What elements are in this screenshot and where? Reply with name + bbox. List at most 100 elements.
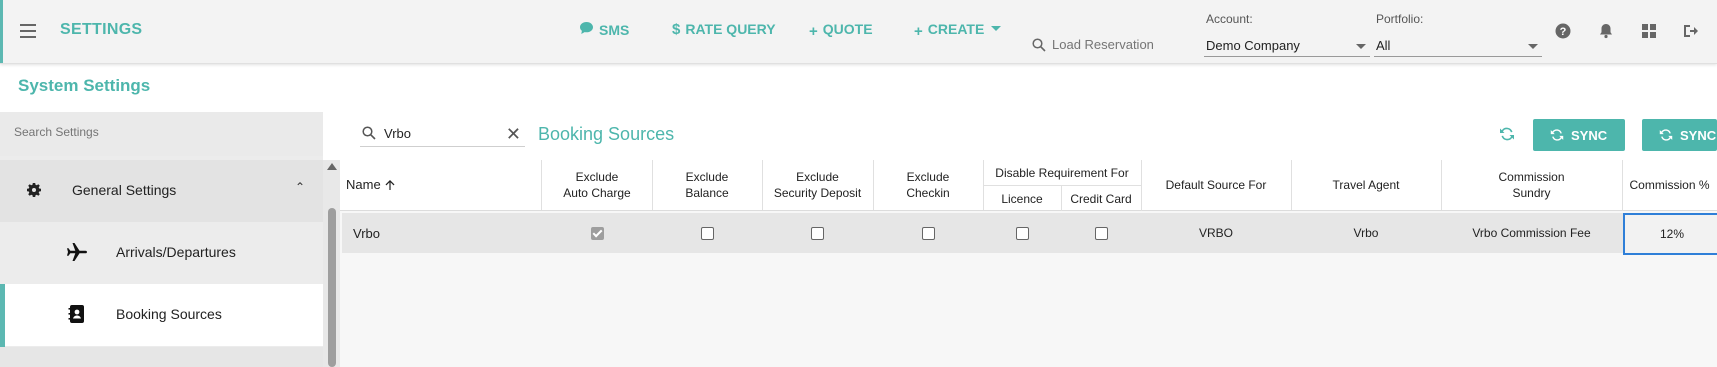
checkbox[interactable] <box>1015 226 1029 240</box>
cell-travel-agent[interactable]: Vrbo <box>1291 213 1441 253</box>
checkbox[interactable] <box>1094 226 1108 240</box>
gear-icon <box>24 180 44 200</box>
cell-credit-card[interactable] <box>1061 213 1141 253</box>
checkbox[interactable] <box>921 226 935 240</box>
sort-ascending-icon <box>385 180 395 190</box>
plus-icon: + <box>914 23 923 40</box>
search-icon <box>1032 38 1046 57</box>
sidebar-item-booking-sources[interactable]: Booking Sources <box>0 284 323 347</box>
account-select[interactable]: Demo Company <box>1204 36 1370 57</box>
scrollbar-thumb[interactable] <box>328 208 336 367</box>
sync-button[interactable]: SYNC <box>1533 119 1625 151</box>
column-header-label: Commission <box>1498 170 1565 184</box>
checkbox[interactable] <box>811 226 824 240</box>
airplane-icon <box>66 242 87 262</box>
booking-source-search-input[interactable] <box>382 125 496 142</box>
portfolio-value: All <box>1376 38 1391 53</box>
cell-exclude-balance[interactable] <box>652 213 762 253</box>
sidebar-item-label: General Settings <box>72 182 177 198</box>
topbar-accent-strip <box>0 0 3 63</box>
clear-icon[interactable]: ✕ <box>506 125 521 143</box>
logout-icon[interactable] <box>1681 22 1699 40</box>
dropdown-arrow-icon <box>1356 44 1366 49</box>
table-body: Vrbo VRBO Vrbo Vrbo Commission Fee 12% <box>340 211 1717 367</box>
column-header-licence[interactable]: Licence <box>983 185 1062 211</box>
search-icon <box>362 126 376 145</box>
cell-licence[interactable] <box>983 213 1061 253</box>
portfolio-select[interactable]: All <box>1374 36 1542 57</box>
sidebar-search-input[interactable] <box>12 124 316 140</box>
checkbox-checked[interactable] <box>590 226 604 240</box>
column-header-commission-sundry[interactable]: Commission Sundry <box>1441 160 1623 210</box>
cell-default-source-for[interactable]: VRBO <box>1141 213 1291 253</box>
column-header-default-source-for[interactable]: Default Source For <box>1141 160 1292 210</box>
help-icon[interactable]: ? <box>1554 22 1572 40</box>
column-header-label: Exclude <box>796 170 839 184</box>
table-header: Name Exclude Auto Charge Exclude Balance… <box>340 160 1717 211</box>
column-header-credit-card[interactable]: Credit Card <box>1061 185 1142 211</box>
column-header-name[interactable]: Name <box>340 160 542 210</box>
cell-commission-sundry[interactable]: Vrbo Commission Fee <box>1441 213 1622 253</box>
chevron-up-icon[interactable]: ⌃ <box>295 180 305 194</box>
column-header-label: Security Deposit <box>773 186 862 200</box>
column-header-label: Exclude <box>575 170 619 184</box>
sidebar-item-label: Booking Sources <box>116 306 222 322</box>
rate-query-label: RATE QUERY <box>685 21 776 37</box>
sms-label: SMS <box>599 22 630 38</box>
contact-book-icon <box>68 304 88 324</box>
column-header-exclude-checkin[interactable]: Exclude Checkin <box>873 160 984 210</box>
bell-icon[interactable] <box>1597 22 1615 40</box>
section-title: Booking Sources <box>538 124 675 144</box>
quote-button[interactable]: + QUOTE <box>809 21 873 39</box>
cell-name[interactable]: Vrbo <box>342 213 542 253</box>
booking-source-search[interactable]: ✕ <box>360 122 525 147</box>
grid-icon[interactable] <box>1640 22 1658 40</box>
account-value: Demo Company <box>1206 38 1300 53</box>
sms-button[interactable]: SMS <box>579 21 629 39</box>
sidebar-search[interactable] <box>0 112 323 156</box>
rate-query-button[interactable]: $ RATE QUERY <box>672 21 776 38</box>
sidebar-item-arrivals-departures[interactable]: Arrivals/Departures <box>0 222 323 284</box>
column-header-exclude-auto-charge[interactable]: Exclude Auto Charge <box>542 160 653 210</box>
refresh-icon[interactable] <box>1498 125 1516 143</box>
create-button[interactable]: + CREATE <box>914 21 1002 40</box>
table-row[interactable]: Vrbo VRBO Vrbo Vrbo Commission Fee 12% <box>342 213 1717 255</box>
quote-label: QUOTE <box>822 21 873 37</box>
sidebar-item-general-settings[interactable]: General Settings ⌃ <box>0 160 323 222</box>
sync-icon <box>1550 129 1564 141</box>
cell-exclude-auto-charge[interactable] <box>542 213 652 253</box>
cell-exclude-checkin[interactable] <box>873 213 983 253</box>
dropdown-arrow-icon <box>1528 44 1538 49</box>
cell-commission-pct-editing[interactable]: 12% <box>1623 213 1717 255</box>
sync-label: SYNC <box>1680 128 1717 143</box>
sidebar-item-next[interactable] <box>0 347 323 367</box>
column-header-label: Sundry <box>1512 186 1551 200</box>
column-header-exclude-balance[interactable]: Exclude Balance <box>652 160 763 210</box>
column-header-exclude-security-deposit[interactable]: Exclude Security Deposit <box>762 160 874 210</box>
cell-exclude-security-deposit[interactable] <box>762 213 873 253</box>
dollar-icon: $ <box>672 21 681 38</box>
sidebar-scrollbar[interactable] <box>323 160 340 367</box>
column-header-label: Auto Charge <box>563 186 631 200</box>
top-bar: SETTINGS SMS $ RATE QUERY + QUOTE + CREATE … <box>0 0 1717 64</box>
column-header-label: Exclude <box>906 170 950 184</box>
scroll-up-arrow-icon[interactable] <box>327 163 337 170</box>
chat-bubble-icon <box>579 21 594 39</box>
app-title: SETTINGS <box>60 21 143 38</box>
svg-text:?: ? <box>1560 26 1567 38</box>
chevron-down-icon <box>991 26 1002 31</box>
column-header-label: Exclude <box>685 170 729 184</box>
load-reservation-field[interactable] <box>1032 36 1184 57</box>
plus-icon: + <box>809 23 818 40</box>
sync-button-2[interactable]: SYNC <box>1642 119 1717 151</box>
sidebar-item-label: Arrivals/Departures <box>116 244 236 260</box>
column-header-label: Checkin <box>906 186 950 200</box>
column-group-disable-requirement: Disable Requirement For <box>983 160 1142 185</box>
column-header-commission-pct[interactable]: Commission % <box>1622 160 1717 210</box>
column-header-label: Name <box>346 177 381 192</box>
column-header-travel-agent[interactable]: Travel Agent <box>1291 160 1442 210</box>
checkbox[interactable] <box>700 226 714 240</box>
load-reservation-input[interactable] <box>1050 36 1184 53</box>
sync-label: SYNC <box>1571 128 1608 143</box>
hamburger-menu-icon[interactable] <box>20 24 36 38</box>
